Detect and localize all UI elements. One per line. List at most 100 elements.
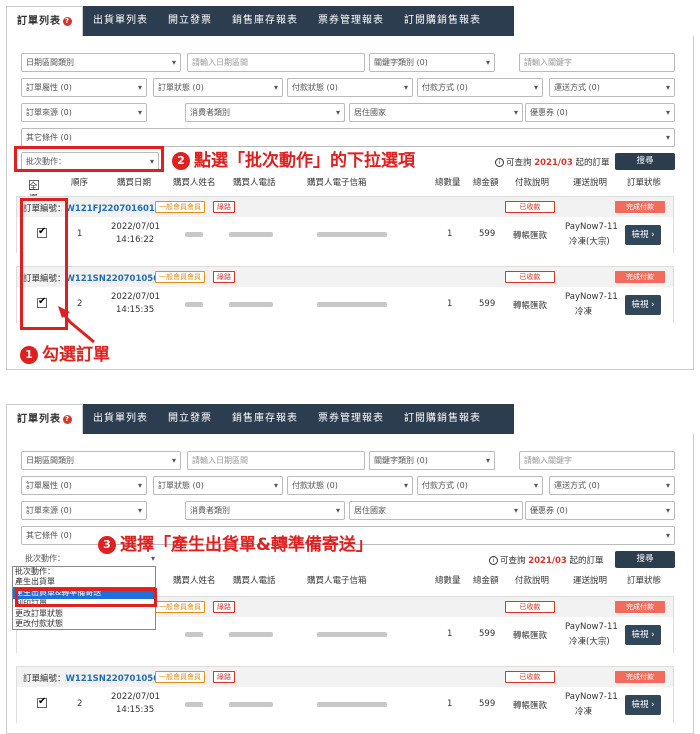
order-number[interactable]: W121SN2207010566	[66, 674, 166, 684]
blurred-name	[185, 702, 203, 707]
highlight-dropdown-option	[15, 588, 157, 607]
member-badge: 一般會員會員	[155, 271, 205, 283]
col-ship: 運送說明	[573, 178, 608, 188]
blurred-phone	[229, 702, 273, 707]
order-row: 2 2022/07/01 14:15:35 1 599 轉帳匯款 PayNow7…	[17, 287, 673, 323]
order-source-select[interactable]: 訂單來源 (0)	[21, 501, 147, 520]
pay-method-select[interactable]: 付款方式 (0)	[417, 78, 543, 97]
order-pay: 轉帳匯款	[513, 631, 548, 641]
order-number[interactable]: W121FJ2207016018	[66, 204, 161, 214]
info-icon: i	[495, 158, 504, 167]
order-header: 訂單編號：W121SN2207010566 一般會員會員 綠路 已收款 完成付款	[17, 667, 673, 687]
search-button[interactable]: 搜尋	[615, 551, 675, 568]
search-button[interactable]: 搜尋	[615, 153, 675, 170]
order-time: 14:16:22	[116, 235, 155, 245]
order-amount: 599	[479, 629, 496, 639]
filter-row-3: 訂單來源 (0) 消費者類別 居住國家 優惠券 (0)	[7, 100, 693, 125]
country-select[interactable]: 居住國家	[349, 103, 523, 122]
pay-status-select[interactable]: 付款狀態 (0)	[287, 476, 413, 495]
order-checkbox[interactable]	[37, 696, 47, 708]
order-date: 2022/07/01	[111, 222, 160, 232]
tab-bar: 訂單列表? 出貨單列表 開立發票 銷售庫存報表 票券管理報表 訂閱購銷售報表	[6, 6, 514, 36]
tab-sales-stock[interactable]: 銷售庫存報表	[222, 404, 308, 434]
member-badge: 一般會員會員	[155, 671, 205, 683]
order-tag-select[interactable]: 訂單屬性 (0)	[21, 78, 147, 97]
member-badge: 一般會員會員	[155, 601, 205, 613]
tab-bar: 訂單列表? 出貨單列表 開立發票 銷售庫存報表 票券管理報表 訂閱購銷售報表	[6, 404, 514, 434]
view-button[interactable]: 檢視 ›	[625, 295, 661, 315]
order-ship: PayNow7-11	[565, 622, 618, 632]
blurred-email	[317, 302, 387, 307]
tab-sales-stock[interactable]: 銷售庫存報表	[222, 6, 308, 36]
tab-subscription-report[interactable]: 訂閱購銷售報表	[394, 6, 491, 36]
view-button[interactable]: 檢視 ›	[625, 695, 661, 715]
order-pay: 轉帳匯款	[513, 231, 548, 241]
tab-subscription-report[interactable]: 訂閱購銷售報表	[394, 404, 491, 434]
dropdown-option[interactable]: 產生出貨單	[13, 577, 155, 587]
help-icon: ?	[63, 16, 72, 26]
pay-status-select[interactable]: 付款狀態 (0)	[287, 78, 413, 97]
keyword-type-select[interactable]: 關鍵字類別 (0)	[369, 451, 495, 470]
pay-method-select[interactable]: 付款方式 (0)	[417, 476, 543, 495]
blurred-phone	[229, 632, 273, 637]
blurred-email	[317, 232, 387, 237]
query-info: i 可查詢 2021/03 起的訂單	[489, 554, 604, 566]
date-range-input[interactable]: 請輸入日期區間	[187, 53, 365, 72]
paid-badge: 已收款	[505, 271, 555, 283]
blurred-name	[185, 632, 203, 637]
tab-shipment-list[interactable]: 出貨單列表	[83, 404, 158, 434]
col-qty: 總數量	[435, 576, 461, 586]
dropdown-option[interactable]: 批次動作：	[13, 567, 155, 577]
other-condition-select[interactable]: 其它條件 (0)	[21, 128, 675, 147]
keyword-type-select[interactable]: 關鍵字類別 (0)	[369, 53, 495, 72]
date-type-select[interactable]: 日期區間類別	[21, 451, 181, 470]
country-select[interactable]: 居住國家	[349, 501, 523, 520]
order-qty: 1	[447, 299, 453, 309]
tab-invoice[interactable]: 開立發票	[158, 6, 222, 36]
paid-badge: 已收款	[505, 671, 555, 683]
order-header: 訂單編號：W121SN2207010566 一般會員會員 綠路 已收款 完成付款	[17, 267, 673, 287]
tab-ticket-report[interactable]: 票券管理報表	[308, 6, 394, 36]
tab-invoice[interactable]: 開立發票	[158, 404, 222, 434]
dropdown-option[interactable]: 更改訂單狀態	[13, 609, 155, 619]
order-number[interactable]: W121SN2207010566	[66, 274, 166, 284]
view-button[interactable]: 檢視 ›	[625, 225, 661, 245]
done-badge: 完成付款	[615, 601, 665, 613]
keyword-input[interactable]: 請輸入關鍵字	[519, 451, 675, 470]
tab-order-list[interactable]: 訂單列表?	[6, 6, 83, 36]
view-button[interactable]: 檢視 ›	[625, 625, 661, 645]
consumer-type-select[interactable]: 消費者類別	[185, 501, 345, 520]
blurred-phone	[229, 302, 273, 307]
order-seq: 1	[77, 229, 83, 239]
order-amount: 599	[479, 699, 496, 709]
date-type-select[interactable]: 日期區間類別	[21, 53, 181, 72]
done-badge: 完成付款	[615, 271, 665, 283]
col-email: 購買人電子信箱	[307, 178, 367, 188]
coupon-select[interactable]: 優惠券 (0)	[525, 501, 675, 520]
filter-row-1: 日期區間類別 請輸入日期區間 關鍵字類別 (0) 請輸入關鍵字	[7, 50, 693, 75]
order-tag-select[interactable]: 訂單屬性 (0)	[21, 476, 147, 495]
order-row: 1 2022/07/01 14:16:22 1 599 轉帳匯款 PayNow7…	[17, 217, 673, 253]
tab-shipment-list[interactable]: 出貨單列表	[83, 6, 158, 36]
order-status-select[interactable]: 訂單狀態 (0)	[153, 476, 283, 495]
consumer-type-select[interactable]: 消費者類別	[185, 103, 345, 122]
keyword-input[interactable]: 請輸入關鍵字	[519, 53, 675, 72]
col-pay: 付款說明	[515, 576, 550, 586]
order-seq: 2	[77, 699, 83, 709]
done-badge: 完成付款	[615, 201, 665, 213]
order-date: 2022/07/01	[111, 692, 160, 702]
tab-order-list[interactable]: 訂單列表?	[6, 404, 83, 434]
filter-row-2: 訂單屬性 (0) 訂單狀態 (0) 付款狀態 (0) 付款方式 (0) 運送方式…	[7, 75, 693, 100]
dropdown-option[interactable]: 更改付款狀態	[13, 619, 155, 629]
order-source-select[interactable]: 訂單來源 (0)	[21, 103, 147, 122]
order-amount: 599	[479, 299, 496, 309]
coupon-select[interactable]: 優惠券 (0)	[525, 103, 675, 122]
ship-method-select[interactable]: 運送方式 (0)	[549, 476, 675, 495]
date-range-input[interactable]: 請輸入日期區間	[187, 451, 365, 470]
order-ship: PayNow7-11	[565, 222, 618, 232]
ship-method-select[interactable]: 運送方式 (0)	[549, 78, 675, 97]
order-status-select[interactable]: 訂單狀態 (0)	[153, 78, 283, 97]
order-ship-type: 冷凍	[575, 307, 593, 317]
channel-badge: 綠路	[213, 601, 235, 613]
tab-ticket-report[interactable]: 票券管理報表	[308, 404, 394, 434]
